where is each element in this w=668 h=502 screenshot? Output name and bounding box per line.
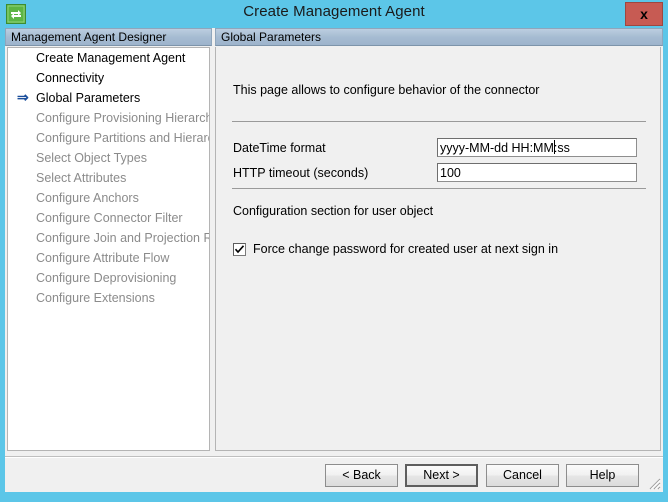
sidebar-item-label: Connectivity — [36, 71, 104, 85]
sidebar-item-label: Configure Connector Filter — [36, 211, 183, 225]
global-parameters-panel: Global Parameters This page allows to co… — [215, 28, 663, 453]
sidebar-item-label: Configure Deprovisioning — [36, 271, 176, 285]
sidebar-item-configure-provisioning-hierarchy: Configure Provisioning Hierarchy — [8, 108, 209, 128]
separator-top — [232, 121, 646, 122]
close-button[interactable]: x — [625, 2, 663, 26]
footer-divider-highlight — [5, 457, 663, 458]
global-parameters-content: This page allows to configure behavior o… — [215, 47, 661, 451]
title-bar: Create Management Agent x — [0, 0, 668, 28]
current-step-arrow-icon: ⇒ — [17, 88, 33, 108]
http-timeout-label: HTTP timeout (seconds) — [233, 166, 368, 180]
sidebar-item-configure-attribute-flow: Configure Attribute Flow — [8, 248, 209, 268]
sidebar-item-configure-deprovisioning: Configure Deprovisioning — [8, 268, 209, 288]
sidebar-item-connectivity[interactable]: Connectivity — [8, 68, 209, 88]
sidebar-item-configure-partitions-and-hierarchies: Configure Partitions and Hierarchies — [8, 128, 209, 148]
sidebar-item-label: Select Object Types — [36, 151, 147, 165]
sidebar-item-label: Configure Anchors — [36, 191, 139, 205]
separator-bottom — [232, 188, 646, 189]
text-caret — [554, 140, 555, 154]
sidebar-item-label: Configure Partitions and Hierarchies — [36, 131, 210, 145]
sidebar-item-configure-join-and-projection-rules: Configure Join and Projection Rules — [8, 228, 209, 248]
cancel-button[interactable]: Cancel — [486, 464, 559, 487]
datetime-format-input[interactable] — [437, 138, 637, 157]
wizard-step-list[interactable]: Create Management Agent Connectivity ⇒ G… — [7, 47, 210, 451]
next-button[interactable]: Next > — [405, 464, 478, 487]
left-panel-header: Management Agent Designer — [5, 28, 212, 46]
create-management-agent-window: Create Management Agent x Management Age… — [0, 0, 668, 502]
sidebar-item-label: Select Attributes — [36, 171, 126, 185]
back-button[interactable]: < Back — [325, 464, 398, 487]
help-button[interactable]: Help — [566, 464, 639, 487]
sidebar-item-configure-connector-filter: Configure Connector Filter — [8, 208, 209, 228]
window-title: Create Management Agent — [0, 3, 668, 20]
sidebar-item-label: Configure Join and Projection Rules — [36, 231, 210, 245]
force-change-password-label: Force change password for created user a… — [253, 242, 558, 257]
sidebar-item-label: Global Parameters — [36, 91, 140, 105]
sidebar-item-global-parameters[interactable]: ⇒ Global Parameters — [8, 88, 209, 108]
sidebar-item-configure-anchors: Configure Anchors — [8, 188, 209, 208]
sidebar-item-select-object-types: Select Object Types — [8, 148, 209, 168]
sidebar-item-label: Configure Extensions — [36, 291, 155, 305]
sidebar-item-create-management-agent[interactable]: Create Management Agent — [8, 48, 209, 68]
datetime-format-label: DateTime format — [233, 141, 326, 155]
sidebar-item-select-attributes: Select Attributes — [8, 168, 209, 188]
user-object-section-title: Configuration section for user object — [233, 204, 433, 218]
sidebar-item-label: Create Management Agent — [36, 51, 185, 65]
resize-grip[interactable] — [647, 476, 661, 490]
sidebar-item-label: Configure Provisioning Hierarchy — [36, 111, 210, 125]
sidebar-item-label: Configure Attribute Flow — [36, 251, 169, 265]
sidebar-item-configure-extensions: Configure Extensions — [8, 288, 209, 308]
right-panel-header: Global Parameters — [215, 28, 663, 46]
dialog-client-area: Management Agent Designer Create Managem… — [5, 28, 663, 492]
page-description: This page allows to configure behavior o… — [233, 83, 539, 97]
management-agent-designer-panel: Management Agent Designer Create Managem… — [5, 28, 212, 453]
force-change-password-checkbox[interactable] — [233, 243, 246, 256]
http-timeout-input[interactable] — [437, 163, 637, 182]
